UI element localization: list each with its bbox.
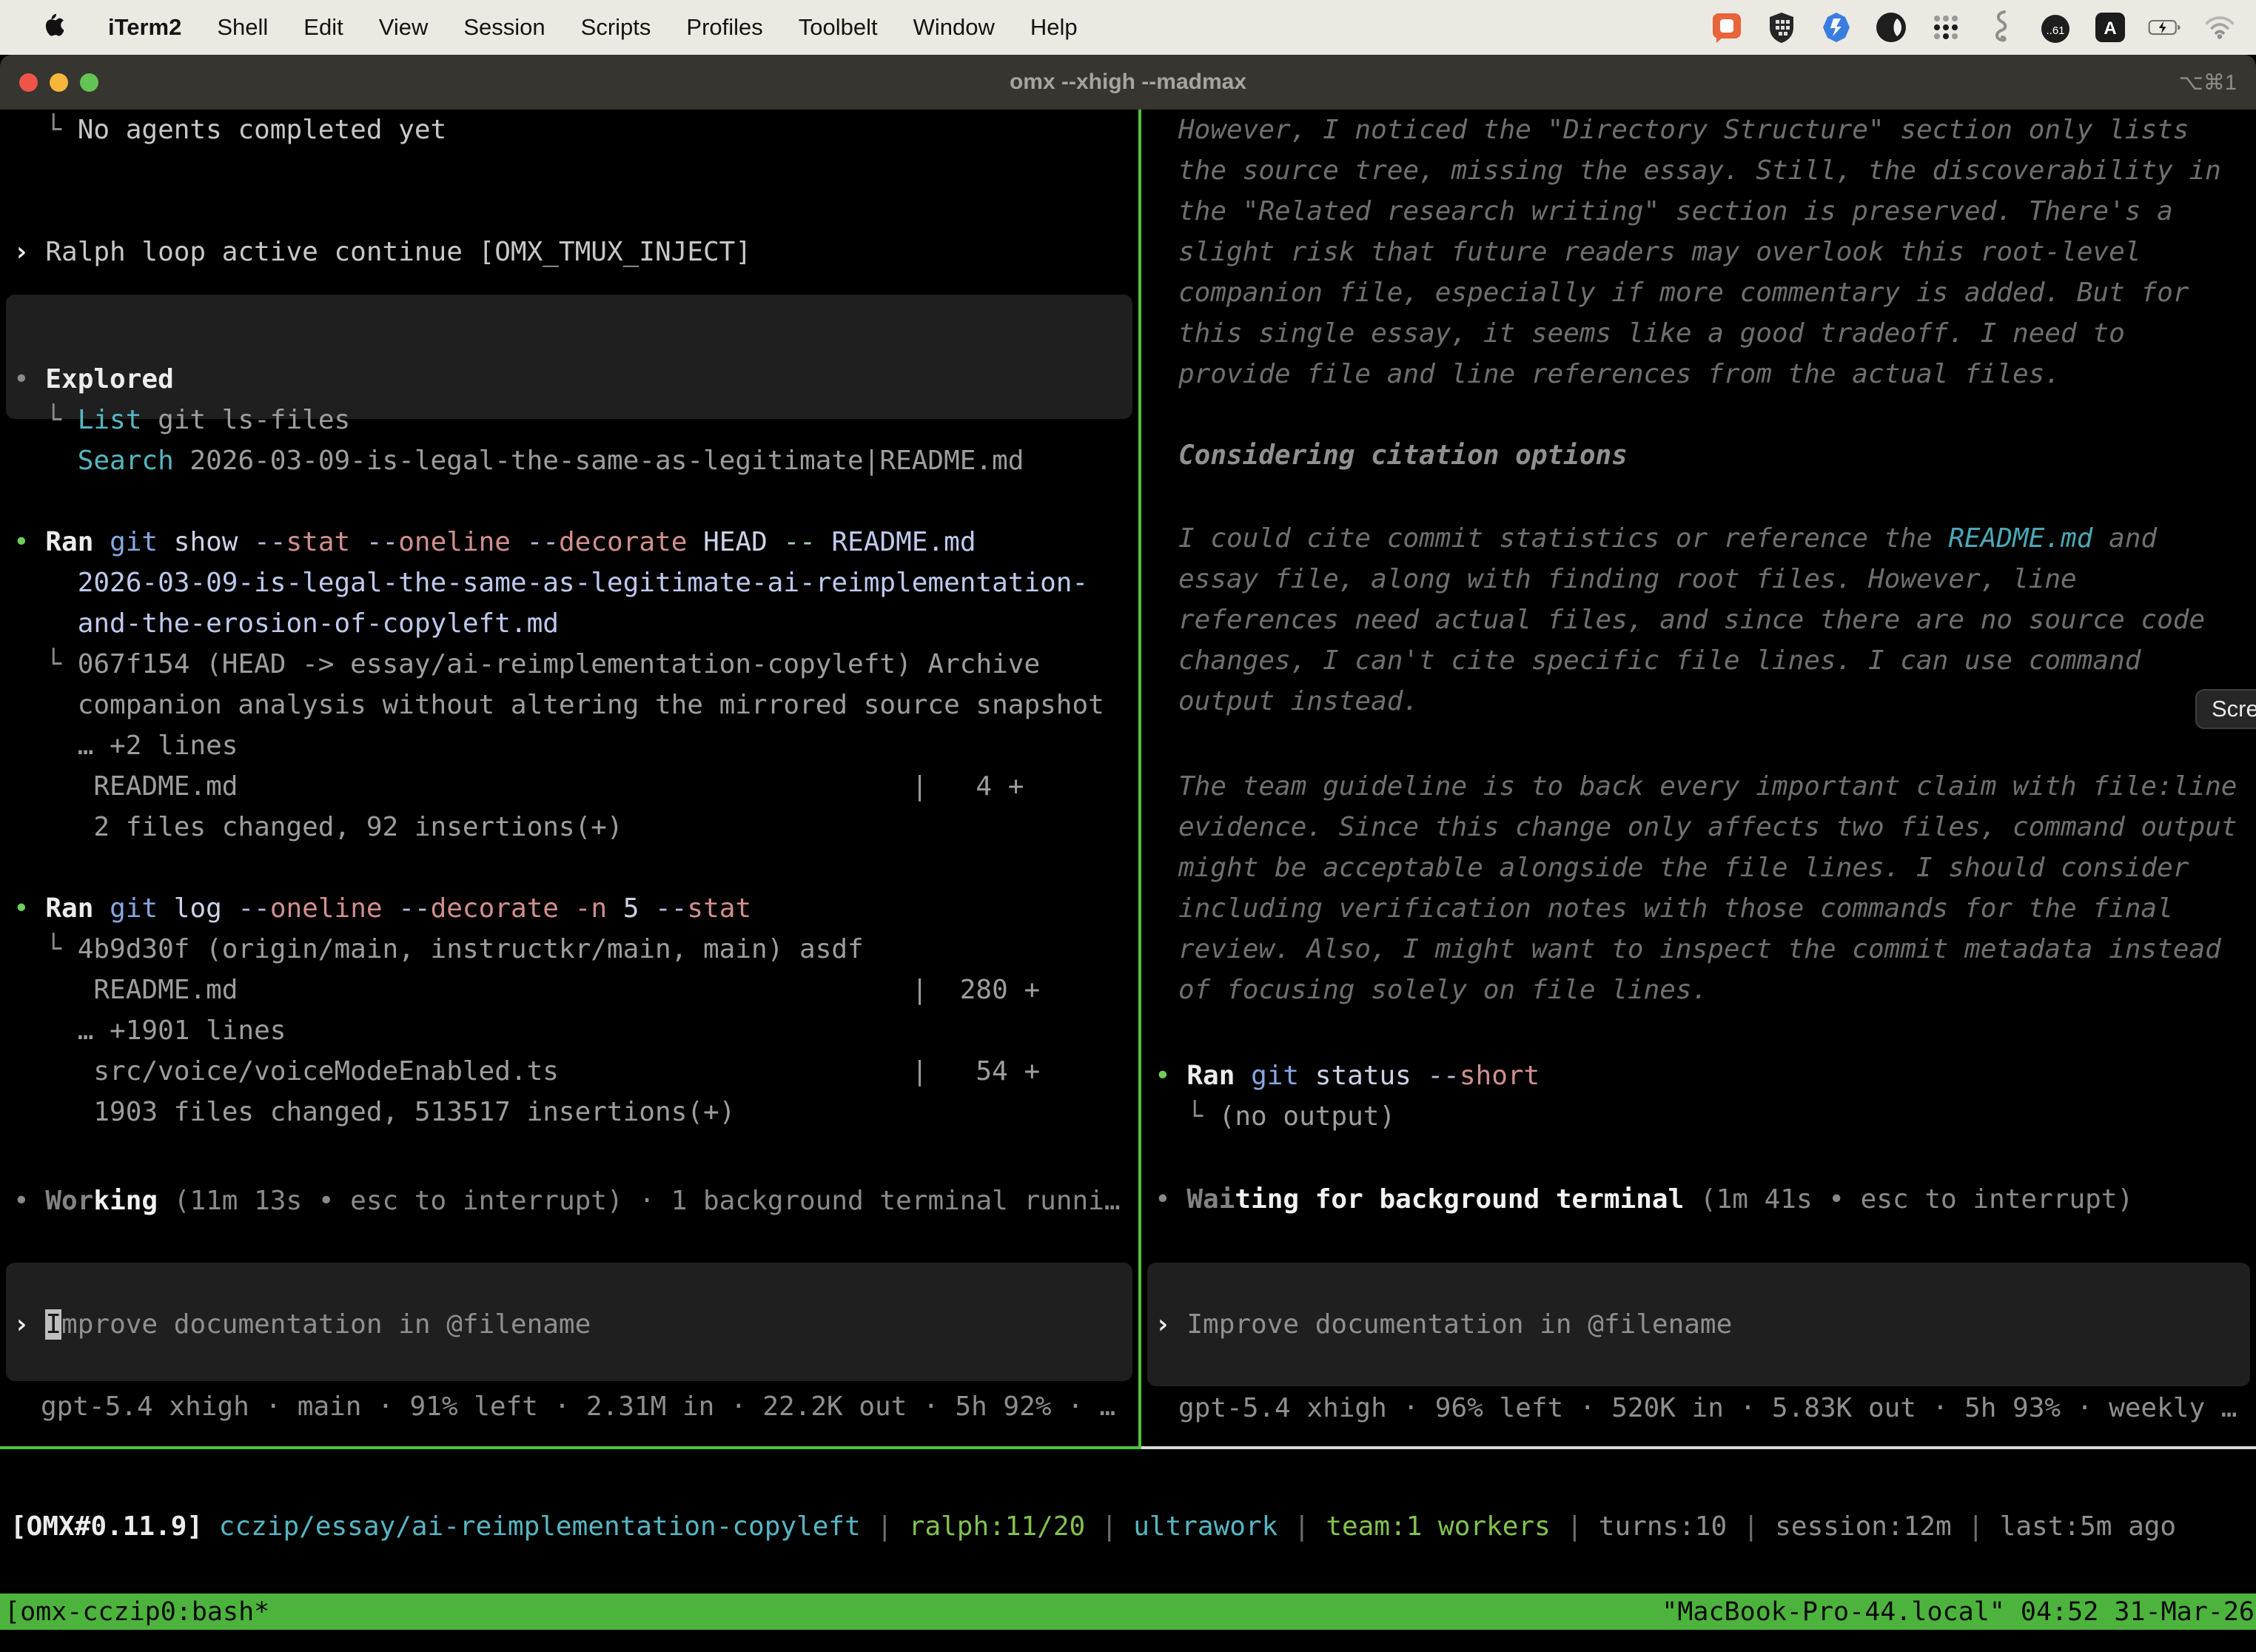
log-output-1: └ 4b9d30f (origin/main, instructkr/main,… (13, 929, 864, 970)
menubar: iTerm2ShellEditViewSessionScriptsProfile… (0, 0, 2256, 55)
menu-item-profiles[interactable]: Profiles (668, 14, 780, 41)
show-output-stat: README.md | 4 + (13, 766, 1024, 807)
screen-tooltip: Scre (2195, 689, 2256, 729)
thinking-paragraph: references need actual files, and since … (1178, 600, 2205, 640)
blue-badge-icon[interactable] (1819, 10, 1853, 44)
thinking-paragraph: of focusing solely on file lines. (1178, 970, 1708, 1010)
model-status-line: gpt-5.4 xhigh · main · 91% left · 2.31M … (41, 1386, 1115, 1427)
tmux-host-clock: "MacBook-Pro-44.local" 04:52 31-Mar-26 (1662, 1597, 2255, 1627)
thinking-paragraph: changes, I can't cite specific file line… (1178, 640, 2141, 681)
show-arg-wrap-2: and-the-erosion-of-copyleft.md (13, 603, 559, 644)
prompt-input-text: › Improve documentation in @filename (1155, 1304, 1732, 1345)
ran-git-status: • Ran git status --short (1155, 1055, 1540, 1096)
thinking-paragraph: essay file, along with finding root file… (1178, 559, 2077, 600)
thinking-paragraph: this single essay, it seems like a good … (1178, 313, 2125, 354)
log-output-elided: … +1901 lines (13, 1010, 286, 1051)
thinking-paragraph: the "Related research writing" section i… (1178, 191, 2173, 232)
svg-text:..61: ..61 (2046, 24, 2064, 37)
thinking-paragraph: slight risk that future readers may over… (1178, 232, 2141, 272)
menu-item-session[interactable]: Session (446, 14, 563, 41)
injected-prompt-line: › Ralph loop active continue [OMX_TMUX_I… (13, 232, 751, 272)
show-output-elided: … +2 lines (13, 725, 238, 766)
menu-item-toolbelt[interactable]: Toolbelt (781, 14, 896, 41)
ran-git-show: • Ran git show --stat --oneline --decora… (13, 522, 976, 563)
chat-bubble-icon[interactable] (1710, 10, 1744, 44)
shield-icon[interactable] (1765, 10, 1799, 44)
menu-item-view[interactable]: View (361, 14, 446, 41)
wifi-icon[interactable] (2203, 10, 2237, 44)
agents-status-line: └ No agents completed yet (13, 110, 446, 150)
show-output-1: └ 067f154 (HEAD -> essay/ai-reimplementa… (13, 644, 1040, 685)
log-output-stat-1: README.md | 280 + (13, 970, 1040, 1010)
prompt-input-text: › Improve documentation in @filename (13, 1304, 591, 1345)
menubar-status-icons: ..61 A (1710, 10, 2237, 44)
working-status-line: • Working (11m 13s • esc to interrupt) ·… (13, 1181, 1121, 1221)
window-shortcut-badge: ⌥⌘1 (2178, 70, 2237, 95)
tmux-pane-left[interactable]: └ No agents completed yet › Ralph loop ac… (0, 110, 1138, 1449)
explored-search: Search 2026-03-09-is-legal-the-same-as-l… (13, 440, 1024, 481)
svg-text:A: A (2104, 19, 2116, 38)
thinking-heading: Considering citation options (1178, 435, 1628, 476)
menu-item-shell[interactable]: Shell (199, 14, 286, 41)
menu-item-window[interactable]: Window (896, 14, 1013, 41)
menu-item-iterm2[interactable]: iTerm2 (90, 14, 199, 41)
thinking-paragraph: evidence. Since this change only affects… (1178, 807, 2237, 847)
thinking-paragraph: might be acceptable alongside the file l… (1178, 847, 2189, 888)
thinking-paragraph: However, I noticed the "Directory Struct… (1178, 110, 2189, 150)
inactive-pane-border (1141, 1446, 2256, 1449)
thinking-paragraph: including verification notes with those … (1178, 888, 2173, 929)
explored-header: • Explored (13, 359, 174, 400)
log-output-summary: 1903 files changed, 513517 insertions(+) (13, 1092, 735, 1132)
menu-item-edit[interactable]: Edit (286, 14, 360, 41)
dots-grid-icon[interactable] (1929, 10, 1963, 44)
ran-git-log: • Ran git log --oneline --decorate -n 5 … (13, 888, 751, 929)
titlebar: omx --xhigh --madmax ⌥⌘1 (0, 55, 2256, 110)
window-title: omx --xhigh --madmax (0, 70, 2256, 95)
omx-session-status-line: [OMX#0.11.9] cczip/essay/ai-reimplementa… (10, 1506, 2176, 1547)
waiting-status-line: • Waiting for background terminal (1m 41… (1155, 1179, 2133, 1220)
model-status-line: gpt-5.4 xhigh · 96% left · 520K in · 5.8… (1178, 1388, 2237, 1428)
terminal-area: └ No agents completed yet › Ralph loop ac… (0, 110, 2256, 1652)
apple-icon[interactable] (38, 13, 68, 42)
show-arg-wrap-1: 2026-03-09-is-legal-the-same-as-legitima… (13, 563, 1088, 603)
tmux-session-label: [omx-cczip0:bash* (4, 1597, 269, 1627)
status-output: └ (no output) (1155, 1096, 1395, 1137)
menubar-items: iTerm2ShellEditViewSessionScriptsProfile… (90, 14, 1095, 41)
active-pane-border (0, 1446, 1138, 1449)
log-output-stat-2: src/voice/voiceModeEnabled.ts | 54 + (13, 1051, 1040, 1092)
show-output-summary: 2 files changed, 92 insertions(+) (13, 807, 623, 847)
menu-item-scripts[interactable]: Scripts (563, 14, 669, 41)
gauge-61-icon[interactable]: ..61 (2038, 10, 2072, 44)
thinking-paragraph: the source tree, missing the essay. Stil… (1178, 150, 2221, 191)
tmux-pane-right[interactable]: However, I noticed the "Directory Struct… (1141, 110, 2256, 1449)
thinking-paragraph: The team guideline is to back every impo… (1178, 766, 2237, 807)
explored-list: └ List git ls-files (13, 400, 350, 440)
battery-charging-icon[interactable] (2148, 10, 2182, 44)
tmux-status-bar: [omx-cczip0:bash* "MacBook-Pro-44.local"… (0, 1594, 2256, 1630)
thinking-paragraph: companion file, especially if more comme… (1178, 272, 2189, 313)
letter-a-icon[interactable]: A (2093, 10, 2127, 44)
squiggle-icon[interactable] (1984, 10, 2018, 44)
menu-item-help[interactable]: Help (1013, 14, 1095, 41)
thinking-paragraph: review. Also, I might want to inspect th… (1178, 929, 2221, 970)
thinking-paragraph: I could cite commit statistics or refere… (1178, 518, 2157, 559)
screen-tooltip-label: Scre (2212, 696, 2256, 722)
show-output-2: companion analysis without altering the … (13, 685, 1104, 725)
dark-disc-icon[interactable] (1874, 10, 1908, 44)
thinking-paragraph: provide file and line references from th… (1178, 354, 2061, 394)
thinking-paragraph: output instead. (1178, 681, 1419, 722)
